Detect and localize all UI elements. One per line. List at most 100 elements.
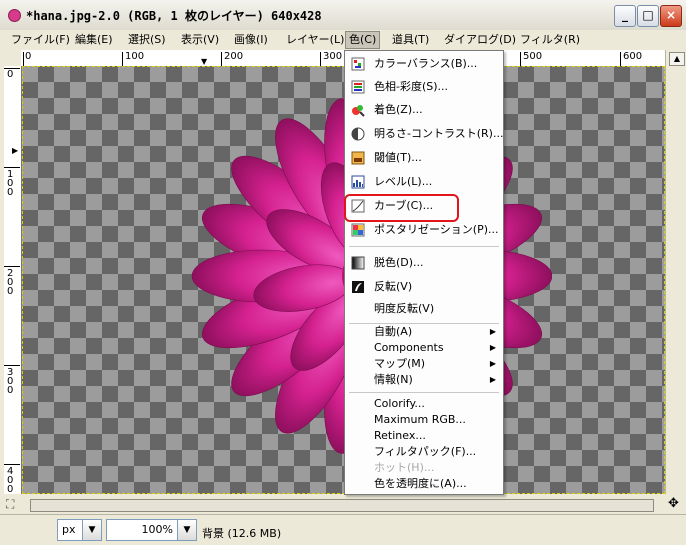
menu-item-value-invert[interactable]: 明度反転(V): [345, 298, 503, 320]
navigate-icon[interactable]: ✥: [668, 496, 679, 511]
menu-item-label: 脱色(D)...: [374, 256, 424, 269]
zoom-input[interactable]: 100%: [106, 519, 178, 541]
ruler-label: 300: [323, 51, 343, 62]
menu-item-invert[interactable]: 反転(V): [345, 276, 503, 298]
minimize-button[interactable]: _: [614, 5, 636, 27]
menu-item-levels[interactable]: レベル(L)...: [345, 171, 503, 193]
menu-item-color-balance[interactable]: カラーバランス(B)...: [345, 53, 503, 75]
menu-item-hot: ホット(H)...: [345, 460, 503, 476]
menu-item-label: 情報(N): [374, 373, 413, 386]
ruler-tick: [23, 52, 24, 66]
curves-highlight-annotation: [344, 194, 459, 222]
ruler-tick: [4, 167, 20, 168]
vertical-scrollbar[interactable]: ▲: [665, 50, 686, 494]
menu-item-auto[interactable]: 自動(A) ▶: [345, 324, 503, 340]
menu-item-brightness-contrast[interactable]: 明るさ-コントラスト(R)...: [345, 123, 503, 145]
title-bar: *hana.jpg-2.0 (RGB, 1 枚のレイヤー) 640x428 _ …: [0, 0, 686, 31]
ruler-tick: [122, 52, 123, 66]
ruler-label: 0: [7, 69, 14, 80]
ruler-label: 600: [623, 51, 643, 62]
ruler-tick: [4, 464, 20, 465]
menu-item-posterize[interactable]: ポスタリゼーション(P)...: [345, 219, 503, 241]
menu-item-label: レベル(L)...: [374, 175, 433, 188]
menu-separator: [349, 246, 499, 247]
vertical-ruler[interactable]: 0 100 200 300 400 ▶: [4, 66, 22, 495]
menu-tools[interactable]: 道具(T): [389, 32, 432, 48]
menu-item-desaturate[interactable]: 脱色(D)...: [345, 252, 503, 274]
menu-image[interactable]: 画像(I): [231, 32, 271, 48]
hue-saturation-icon: [351, 80, 365, 94]
menu-item-label: 色を透明度に(A)...: [374, 477, 467, 490]
menu-item-colorify[interactable]: Colorify...: [345, 396, 503, 412]
maximize-button[interactable]: □: [637, 5, 659, 27]
ruler-tick: [4, 266, 20, 267]
status-bar: px ▼ 100% ▼ 背景 (12.6 MB): [0, 514, 686, 545]
menu-item-label: Retinex...: [374, 429, 426, 442]
unit-select[interactable]: px: [57, 519, 85, 541]
colorize-icon: [352, 105, 365, 117]
color-balance-icon: [351, 57, 365, 71]
menu-dialogs[interactable]: ダイアログ(D): [441, 32, 519, 48]
ruler-tick: [4, 365, 20, 366]
chevron-down-icon[interactable]: ▼: [177, 519, 197, 541]
menu-item-color-to-alpha[interactable]: 色を透明度に(A)...: [345, 476, 503, 492]
menu-item-info[interactable]: 情報(N) ▶: [345, 372, 503, 388]
colors-menu: カラーバランス(B)... 色相-彩度(S)... 着色(Z)... 明るさ-コ…: [344, 50, 504, 495]
invert-icon: [352, 281, 364, 293]
menu-view[interactable]: 表示(V): [178, 32, 222, 48]
menu-item-filter-pack[interactable]: フィルタパック(F)...: [345, 444, 503, 460]
submenu-arrow-icon: ▶: [489, 327, 496, 336]
menu-item-components[interactable]: Components ▶: [345, 340, 503, 356]
menu-item-label: フィルタパック(F)...: [374, 445, 477, 458]
horizontal-scrollbar[interactable]: [22, 497, 665, 512]
submenu-arrow-icon: ▶: [489, 359, 496, 368]
menu-item-map[interactable]: マップ(M) ▶: [345, 356, 503, 372]
gimp-app-icon: [8, 9, 21, 22]
menu-item-label: 着色(Z)...: [374, 103, 423, 116]
ruler-label: 100: [7, 169, 14, 198]
menu-item-retinex[interactable]: Retinex...: [345, 428, 503, 444]
brightness-contrast-icon: [351, 127, 365, 141]
chevron-down-icon[interactable]: ▼: [82, 519, 102, 541]
menu-item-label: 自動(A): [374, 325, 413, 338]
ruler-corner[interactable]: [4, 50, 22, 67]
menu-item-label: 反転(V): [374, 280, 413, 293]
menu-layer[interactable]: レイヤー(L): [283, 32, 347, 48]
menu-item-label: Maximum RGB...: [374, 413, 466, 426]
levels-icon: [351, 175, 365, 189]
menu-item-label: ホット(H)...: [374, 461, 435, 474]
menu-item-label: 明るさ-コントラスト(R)...: [374, 127, 504, 140]
scroll-thumb[interactable]: [30, 499, 654, 512]
submenu-arrow-icon: ▶: [489, 343, 496, 352]
submenu-arrow-icon: ▶: [489, 375, 496, 384]
menu-item-colorize[interactable]: 着色(Z)...: [345, 99, 503, 121]
ruler-label: 500: [523, 51, 543, 62]
menu-item-threshold[interactable]: 閾値(T)...: [345, 147, 503, 169]
ruler-tick: [320, 52, 321, 66]
ruler-label: 100: [125, 51, 145, 62]
pointer-marker-icon: ▶: [12, 146, 19, 155]
pointer-marker-icon: ▼: [201, 57, 208, 66]
menu-item-hue-saturation[interactable]: 色相-彩度(S)...: [345, 76, 503, 98]
menu-colors[interactable]: 色(C): [345, 31, 381, 49]
close-button[interactable]: ×: [660, 5, 682, 27]
ruler-tick: [520, 52, 521, 66]
ruler-label: 0: [25, 51, 32, 62]
desaturate-icon: [351, 256, 365, 270]
quick-mask-icon[interactable]: ⛶: [6, 497, 14, 512]
menu-file[interactable]: ファイル(F): [8, 32, 73, 48]
window-title: *hana.jpg-2.0 (RGB, 1 枚のレイヤー) 640x428: [26, 9, 322, 23]
horizontal-ruler[interactable]: 0 100 200 300 500 600 ▼: [21, 50, 665, 67]
ruler-tick: [620, 52, 621, 66]
menu-filters[interactable]: フィルタ(R): [517, 32, 583, 48]
menu-bar: ファイル(F) 編集(E) 選択(S) 表示(V) 画像(I) レイヤー(L) …: [0, 30, 686, 50]
menu-item-maximum-rgb[interactable]: Maximum RGB...: [345, 412, 503, 428]
ruler-label: 400: [7, 466, 14, 495]
menu-item-label: マップ(M): [374, 357, 426, 370]
menu-edit[interactable]: 編集(E): [72, 32, 116, 48]
menu-item-label: Colorify...: [374, 397, 425, 410]
ruler-label: 200: [224, 51, 244, 62]
menu-select[interactable]: 選択(S): [125, 32, 169, 48]
scroll-up-icon[interactable]: ▲: [669, 52, 685, 66]
status-info: 背景 (12.6 MB): [202, 527, 282, 540]
